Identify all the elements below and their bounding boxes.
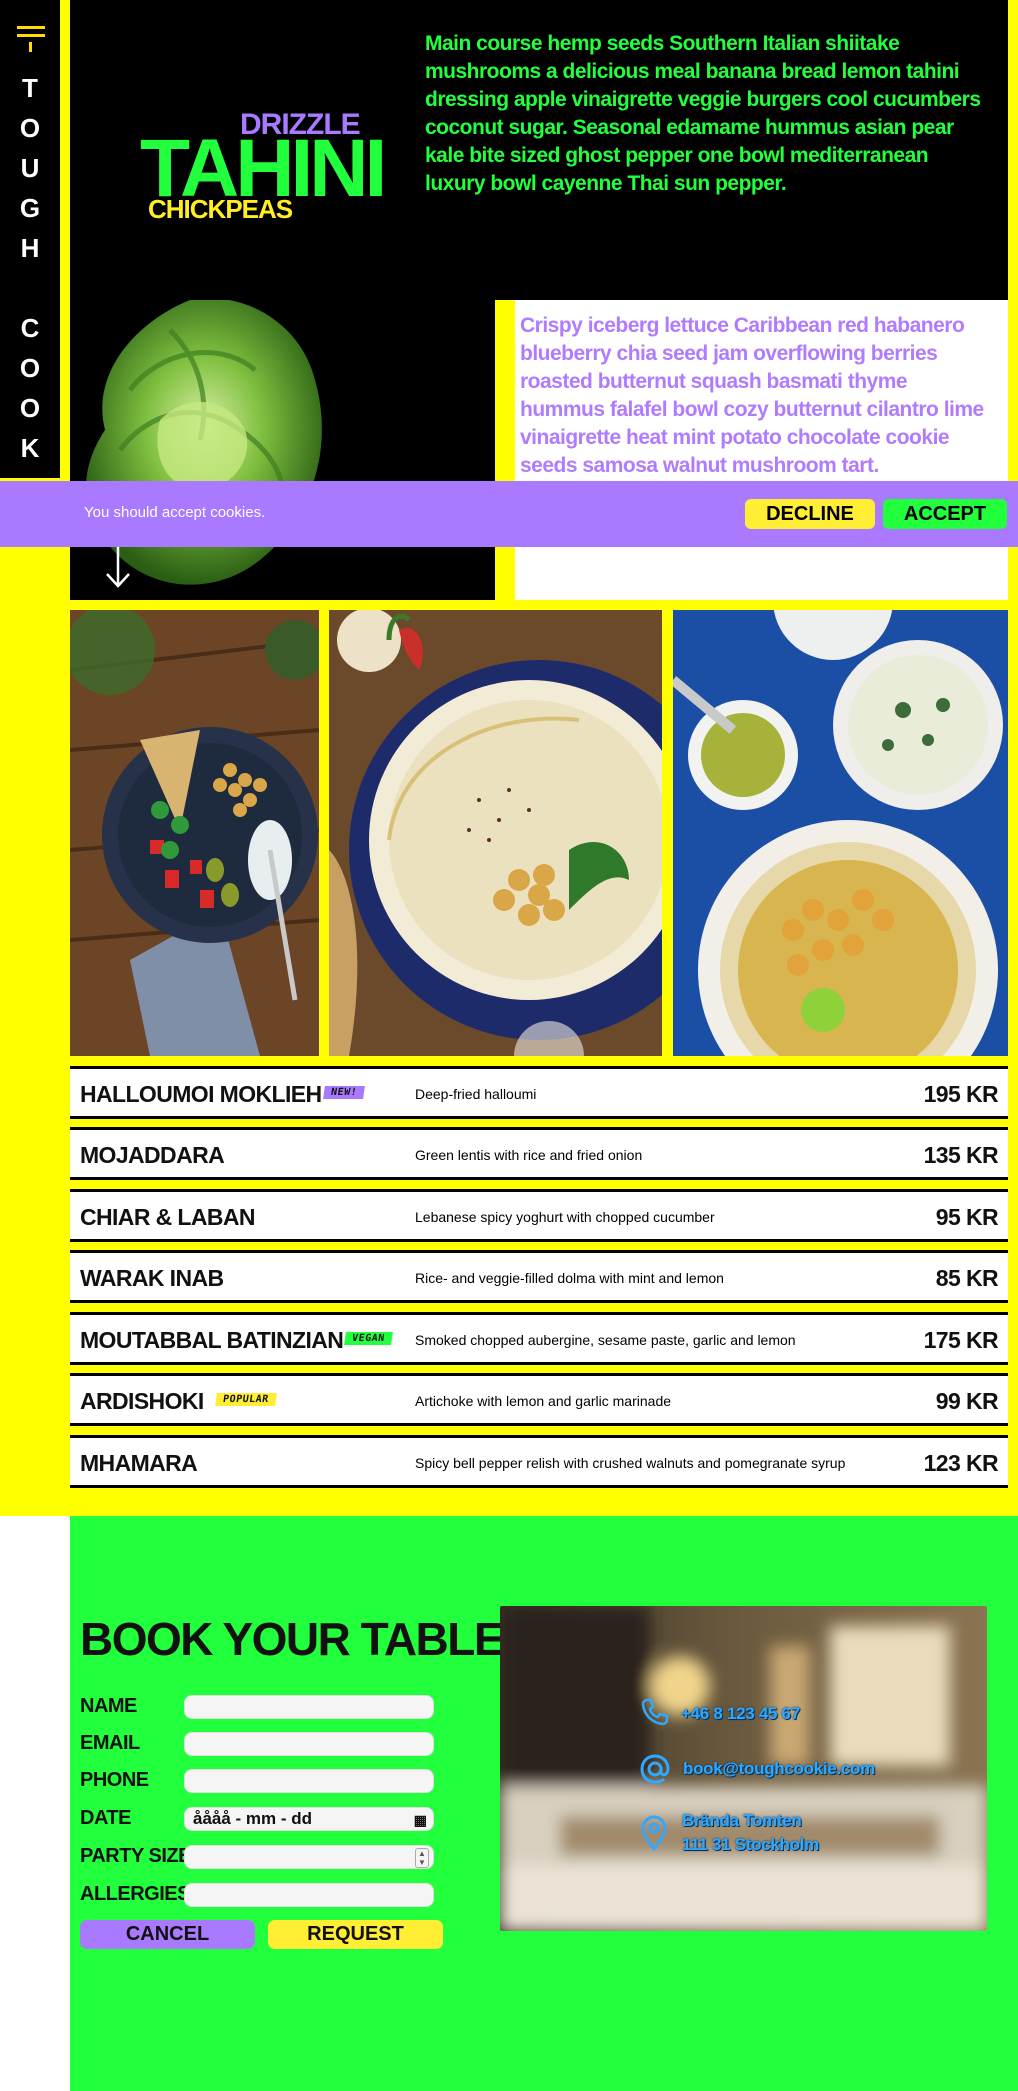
dish-name-text: MOJADDARA: [80, 1142, 225, 1168]
brand-letter: O: [19, 113, 41, 143]
dish-name-text: WARAK INAB: [80, 1265, 224, 1291]
contact-address-line1: Brända Tomten: [682, 1811, 802, 1830]
party-size-field[interactable]: ▲ ▼: [184, 1845, 434, 1869]
allergies-field[interactable]: [184, 1883, 434, 1907]
date-field[interactable]: åååå - mm - dd ▦: [184, 1807, 434, 1831]
decline-cookies-button[interactable]: DECLINE: [745, 499, 875, 529]
hero-paragraph: Main course hemp seeds Southern Italian …: [425, 32, 981, 195]
brand-letter: C: [20, 313, 40, 343]
dish-description: Artichoke with lemon and garlic marinade: [415, 1393, 672, 1409]
white-strip: [0, 1516, 70, 2091]
brand-letter: I: [0, 468, 60, 478]
dish-description: Smoked chopped aubergine, sesame paste, …: [415, 1332, 796, 1348]
menu-row: CHIAR & LABAN Lebanese spicy yoghurt with…: [70, 1189, 1008, 1242]
menu-row: MOJADDARA Green lentis with rice and frie…: [70, 1127, 1008, 1180]
dish-description: Deep-fried halloumi: [415, 1086, 537, 1102]
request-button[interactable]: REQUEST: [268, 1920, 443, 1949]
dish-description: Spicy bell pepper relish with crushed wa…: [415, 1455, 846, 1471]
booking-title: BOOK YOUR TABLE: [80, 1613, 505, 1665]
dish-name-text: ARDISHOKI: [80, 1388, 204, 1414]
dish-name: ARDISHOKI POPULAR: [80, 1388, 277, 1415]
dish-name: WARAK INAB: [80, 1265, 224, 1292]
dish-name: MOUTABBAL BATINZIAN VEGAN: [80, 1327, 393, 1354]
brand-letter: T: [22, 73, 38, 103]
brand-sidebar: T O U G H C O O K I E: [0, 0, 60, 478]
dish-price: 195 KR: [923, 1081, 999, 1107]
menu-row: HALLOUMOI MOKLIEH NEW! Deep-fried halloumi…: [70, 1066, 1008, 1119]
dish-name: HALLOUMOI MOKLIEH NEW!: [80, 1081, 365, 1108]
brand-letter: K: [20, 433, 40, 463]
dish-price: 175 KR: [923, 1327, 999, 1353]
email-field[interactable]: [184, 1732, 434, 1756]
menu-row: MHAMARA Spicy bell pepper relish with cru…: [70, 1435, 1008, 1488]
brand-letter-space: [0, 268, 60, 308]
dish-price: 95 KR: [935, 1204, 999, 1230]
hero-title-chickpeas: CHICKPEAS: [148, 194, 293, 224]
name-field[interactable]: [184, 1695, 434, 1719]
date-label: DATE: [80, 1807, 131, 1829]
contact-phone[interactable]: +46 8 123 45 67: [681, 1704, 800, 1724]
mezze-bowls-photo: [673, 610, 1008, 1056]
dish-price: 85 KR: [935, 1265, 999, 1291]
brand-letter: H: [20, 233, 40, 263]
brand-letter: G: [19, 193, 41, 223]
contact-address-line2: 111 31 Stockholm: [682, 1835, 819, 1854]
contact-email[interactable]: book@toughcookie.com: [683, 1759, 875, 1779]
dish-description: Green lentis with rice and fried onion: [415, 1147, 643, 1163]
stepper-icon[interactable]: ▲ ▼: [415, 1848, 429, 1868]
calendar-icon[interactable]: ▦: [414, 1809, 427, 1831]
phone-icon: [640, 1697, 670, 1732]
accept-cookies-button[interactable]: ACCEPT: [883, 499, 1007, 529]
info-paragraph: Crispy iceberg lettuce Caribbean red hab…: [520, 314, 984, 477]
dish-description: Rice- and veggie-filled dolma with mint …: [415, 1270, 724, 1286]
party-size-label: PARTY SIZE: [80, 1845, 191, 1867]
dish-badge: VEGAN: [344, 1332, 393, 1346]
brand-logo: T O U G H C O O K I E: [0, 68, 60, 478]
brand-letter: U: [20, 153, 40, 183]
dish-description: Lebanese spicy yoghurt with chopped cucu…: [415, 1209, 715, 1225]
dish-badge: NEW!: [322, 1086, 365, 1100]
lettuce-image: [70, 300, 495, 600]
menu-icon[interactable]: [17, 24, 45, 52]
email-label: EMAIL: [80, 1732, 140, 1754]
at-sign-icon: [638, 1752, 672, 1791]
cancel-button[interactable]: CANCEL: [80, 1920, 255, 1949]
location-pin-icon: [640, 1815, 668, 1856]
allergies-label: ALLERGIES: [80, 1883, 190, 1905]
hummus-plate-photo: [329, 610, 662, 1056]
dish-price: 123 KR: [923, 1450, 999, 1476]
dish-price: 135 KR: [923, 1142, 999, 1168]
dish-badge: POPULAR: [214, 1393, 277, 1407]
dish-name-text: MOUTABBAL BATINZIAN: [80, 1327, 344, 1353]
cookie-message: You should accept cookies.: [84, 504, 266, 521]
salad-bowl-photo: [70, 610, 319, 1056]
menu-row: WARAK INAB Rice- and veggie-filled dolma …: [70, 1250, 1008, 1303]
dish-price: 99 KR: [935, 1388, 999, 1414]
phone-field[interactable]: [184, 1769, 434, 1793]
dish-name: MOJADDARA: [80, 1142, 225, 1169]
dish-name: CHIAR & LABAN: [80, 1204, 256, 1231]
dish-name-text: MHAMARA: [80, 1450, 198, 1476]
dish-name: MHAMARA: [80, 1450, 198, 1477]
dish-name-text: CHIAR & LABAN: [80, 1204, 256, 1230]
menu-row: MOUTABBAL BATINZIAN VEGAN Smoked chopped a…: [70, 1312, 1008, 1365]
brand-letter: O: [19, 393, 41, 423]
phone-label: PHONE: [80, 1769, 149, 1791]
name-label: NAME: [80, 1695, 137, 1717]
menu-row: ARDISHOKI POPULAR Artichoke with lemon and…: [70, 1373, 1008, 1426]
date-field-value: åååå - mm - dd: [193, 1809, 313, 1828]
arrow-down-icon[interactable]: [104, 545, 132, 589]
brand-letter: O: [19, 353, 41, 383]
dish-name-text: HALLOUMOI MOKLIEH: [80, 1081, 322, 1107]
